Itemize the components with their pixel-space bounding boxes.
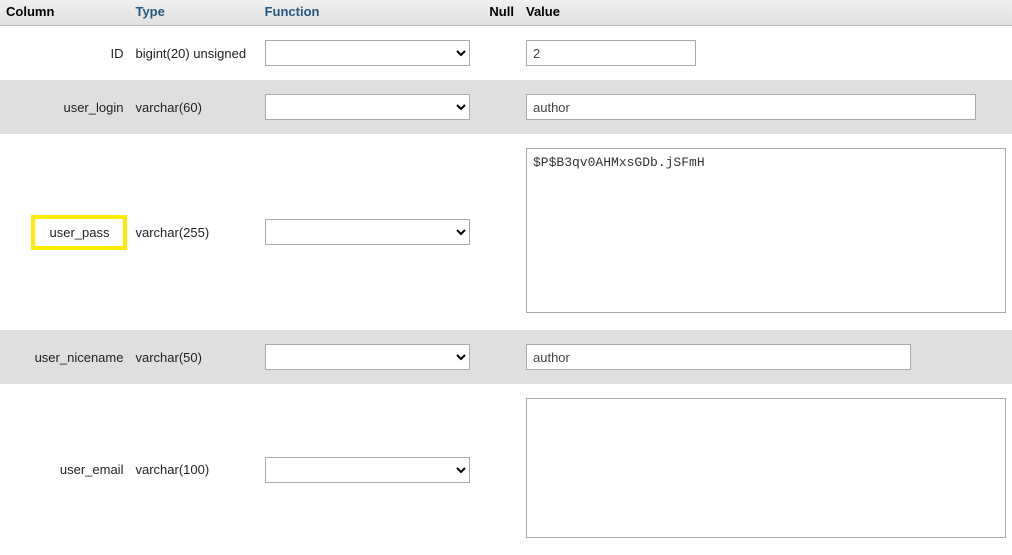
value-textarea[interactable] xyxy=(526,398,1006,538)
null-cell xyxy=(483,330,520,384)
header-type: Type xyxy=(129,0,258,26)
header-null: Null xyxy=(483,0,520,26)
column-type: varchar(60) xyxy=(129,80,258,134)
function-select[interactable] xyxy=(265,219,470,245)
table-row: user_nicename varchar(50) xyxy=(0,330,1012,384)
value-textarea[interactable]: $P$B3qv0AHMxsGDb.jSFmH xyxy=(526,148,1006,313)
null-cell xyxy=(483,26,520,81)
column-name: user_login xyxy=(0,80,129,134)
field-editor-table: Column Type Function Null Value ID bigin… xyxy=(0,0,1012,555)
header-function: Function xyxy=(259,0,484,26)
function-select[interactable] xyxy=(265,457,470,483)
value-input[interactable] xyxy=(526,40,696,66)
column-name: ID xyxy=(0,26,129,81)
table-row: user_email varchar(100) xyxy=(0,384,1012,555)
null-cell xyxy=(483,80,520,134)
header-value: Value xyxy=(520,0,1012,26)
table-row: user_login varchar(60) xyxy=(0,80,1012,134)
column-type: varchar(100) xyxy=(129,384,258,555)
function-select[interactable] xyxy=(265,40,470,66)
column-name: user_pass xyxy=(0,134,129,330)
column-type: bigint(20) unsigned xyxy=(129,26,258,81)
value-input[interactable] xyxy=(526,344,911,370)
value-input[interactable] xyxy=(526,94,976,120)
table-row: ID bigint(20) unsigned xyxy=(0,26,1012,81)
null-cell xyxy=(483,384,520,555)
function-select[interactable] xyxy=(265,344,470,370)
column-name-text: user_pass xyxy=(49,225,109,240)
table-row: user_pass varchar(255) $P$B3qv0AHMxsGDb.… xyxy=(0,134,1012,330)
column-name: user_email xyxy=(0,384,129,555)
table-header-row: Column Type Function Null Value xyxy=(0,0,1012,26)
null-cell xyxy=(483,134,520,330)
column-name: user_nicename xyxy=(0,330,129,384)
column-type: varchar(50) xyxy=(129,330,258,384)
header-column: Column xyxy=(0,0,129,26)
highlight-box: user_pass xyxy=(31,215,127,250)
function-select[interactable] xyxy=(265,94,470,120)
column-type: varchar(255) xyxy=(129,134,258,330)
